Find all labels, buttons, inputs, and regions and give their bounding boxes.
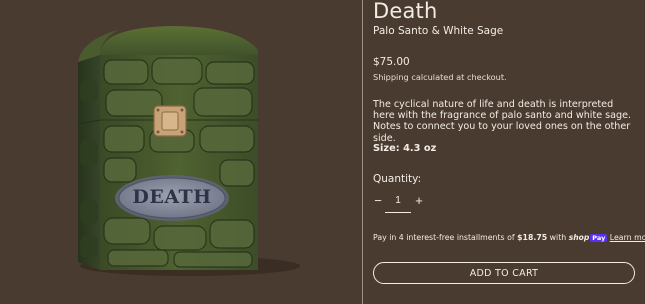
clasp-icon [153,105,187,137]
add-to-cart-button[interactable]: ADD TO CART [373,262,635,284]
product-title: Death [373,0,438,23]
product-image-label: DEATH [132,186,212,208]
shop-pay-logo-shop: shop [568,233,590,242]
installments-with: with [549,233,567,242]
vertical-divider [362,0,363,304]
product-image-area: DEATH [0,0,362,304]
learn-more-link[interactable]: Learn more [610,233,645,242]
product-price: $75.00 [373,56,410,68]
quantity-label: Quantity: [373,173,422,185]
installments-banner: Pay in 4 interest-free installments of $… [373,233,645,242]
product-info: Death Palo Santo & White Sage $75.00 Shi… [373,0,645,304]
quantity-decrease-button[interactable]: − [373,192,383,210]
shop-pay-logo: shop Pay [569,233,608,242]
product-size: Size: 4.3 oz [373,143,437,154]
quantity-increase-button[interactable]: + [413,192,425,210]
installments-amount: $18.75 [517,233,548,242]
product-subtitle: Palo Santo & White Sage [373,25,504,37]
product-image[interactable] [0,0,362,304]
shop-pay-logo-pay: Pay [590,234,608,242]
installments-text: Pay in 4 interest-free installments of [373,233,515,242]
quantity-stepper: − + [373,192,433,214]
quantity-underline [385,212,411,213]
product-description: The cyclical nature of life and death is… [373,99,632,144]
quantity-input[interactable] [385,192,411,210]
shipping-note: Shipping calculated at checkout. [373,72,507,82]
